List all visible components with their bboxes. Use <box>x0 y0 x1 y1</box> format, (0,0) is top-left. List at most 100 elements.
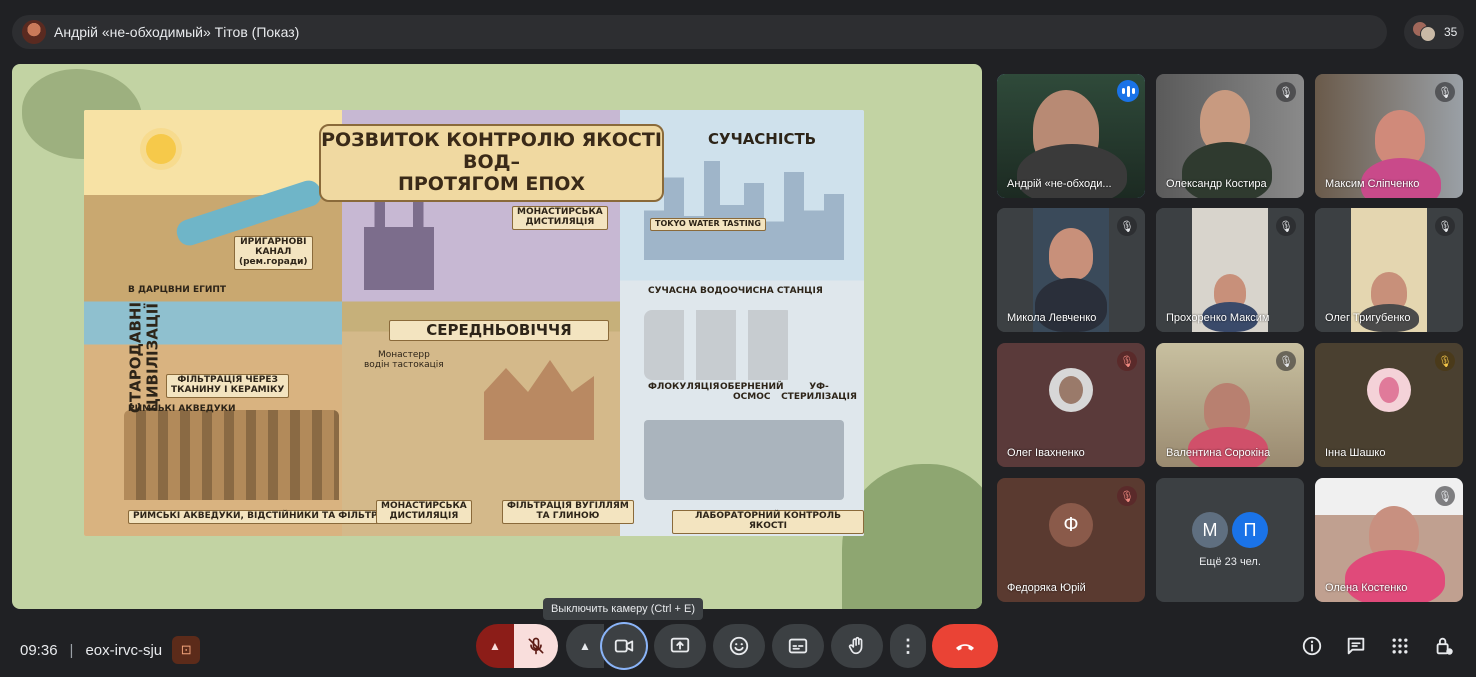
camera-toggle-button[interactable] <box>602 624 646 668</box>
participant-count: 35 <box>1444 25 1458 39</box>
label-egypt: В ДАРЦВНИ ЕГИПТ <box>128 285 227 295</box>
captions-button[interactable] <box>772 624 824 668</box>
emoji-reaction-button[interactable] <box>713 624 765 668</box>
separator: | <box>69 641 74 659</box>
participant-name: Олександр Костира <box>1166 178 1267 190</box>
participant-tile[interactable]: Ф 🎙 Федоряка Юрій <box>997 478 1145 602</box>
host-controls-icon[interactable] <box>1432 634 1456 658</box>
participant-avatar <box>1049 368 1093 413</box>
mic-off-icon: 🎙 <box>1276 82 1296 102</box>
participant-avatar: М <box>1192 512 1228 549</box>
label-monastic-top: МОНАСТИРСЬКА ДИСТИЛЯЦІЯ <box>512 206 608 230</box>
participant-tile[interactable]: 🎙 Олег Тригубенко <box>1315 208 1463 332</box>
meet-window: Андрій «не-обходимый» Тітов (Показ) 35 Р… <box>0 0 1476 677</box>
participant-name: Олена Костенко <box>1325 582 1408 594</box>
participant-name: Інна Шашко <box>1325 447 1386 459</box>
laboratory-illustration <box>644 420 844 500</box>
mic-off-icon: 🎙 <box>1435 486 1455 506</box>
mic-off-icon: 🎙 <box>1435 351 1455 371</box>
chevron-up-icon: ▲ <box>579 639 591 653</box>
label-roman-bottom: РИМСЬКІ АКВЕДУКИ, ВІДСТІЙНИКИ ТА ФІЛЬТРИ <box>128 510 391 524</box>
presenter-title: Андрій «не-обходимый» Тітов (Показ) <box>54 24 300 40</box>
participant-tile[interactable]: 🎙 Максим Сліпченко <box>1315 74 1463 198</box>
more-participants-avatars: М П <box>1192 512 1268 549</box>
participant-tile[interactable]: 🎙 Микола Левченко <box>997 208 1145 332</box>
info-icon[interactable] <box>1300 634 1324 658</box>
sun-illustration <box>146 134 176 164</box>
label-filtration-cloth: ФІЛЬТРАЦІЯ ЧЕРЕЗ ТКАНИНУ І КЕРАМІКУ <box>166 374 290 398</box>
apps-icon[interactable] <box>1388 634 1412 658</box>
label-plant: СУЧАСНА ВОДООЧИСНА СТАНЦІЯ <box>648 286 823 296</box>
participant-name: Олег Івахненко <box>1007 447 1085 459</box>
participant-name: Олег Тригубенко <box>1325 312 1411 324</box>
label-monastery-small: Монастерр водін тастокація <box>364 350 444 370</box>
label-irrigation: ИРИГАРНОВІ КАНАЛ (рем.горади) <box>234 236 313 270</box>
host-controls-badge-icon[interactable]: ⊡ <box>172 636 201 664</box>
clock: 09:36 <box>20 641 58 659</box>
participant-name: Федоряка Юрій <box>1007 582 1086 594</box>
video-options-button[interactable]: ▲ <box>566 624 604 668</box>
mic-off-icon: 🎙 <box>1276 351 1296 371</box>
raise-hand-icon <box>848 636 863 655</box>
audio-options-button[interactable]: ▲ <box>476 624 514 668</box>
captions-icon <box>788 638 808 654</box>
present-screen-button[interactable] <box>654 624 706 668</box>
label-flocculation: ФЛОКУЛЯЦІЯ <box>648 382 720 392</box>
participant-tile[interactable]: 🎙 Прохоренко Максим <box>1156 208 1304 332</box>
chevron-up-icon: ▲ <box>489 639 501 653</box>
participant-name: Максим Сліпченко <box>1325 178 1420 190</box>
section-middle-ages: СЕРЕДНЬОВІЧЧЯ <box>389 320 609 341</box>
mic-off-icon: 🎙 <box>1117 486 1137 506</box>
mic-off-icon: 🎙 <box>1117 351 1137 371</box>
label-uv: УФ-СТЕРИЛІЗАЦІЯ <box>781 382 857 402</box>
participant-avatar: П <box>1232 512 1268 549</box>
emoji-icon <box>729 636 749 656</box>
more-participants-tile[interactable]: М П Ещё 23 чел. <box>1156 478 1304 602</box>
meeting-info: 09:36 | eox-irvc-sju ⊡ <box>20 636 201 664</box>
call-end-icon <box>956 644 974 651</box>
participant-tile[interactable]: 🎙 Валентина Сорокіна <box>1156 343 1304 467</box>
participant-name: Валентина Сорокіна <box>1166 447 1271 459</box>
participant-tile[interactable]: 🎙 Олег Івахненко <box>997 343 1145 467</box>
mic-off-icon: 🎙 <box>1276 216 1296 236</box>
participant-avatar <box>1367 368 1411 413</box>
participant-name: Андрій «не-обходи... <box>1007 178 1112 190</box>
presentation-stage[interactable]: РОЗВИТОК КОНТРОЛЮ ЯКОСТІ ВОД– ПРОТЯГОМ Е… <box>12 64 982 609</box>
camera-tooltip: Выключить камеру (Ctrl + E) <box>543 598 704 620</box>
present-screen-icon <box>670 637 690 653</box>
participant-tile[interactable]: 🎙 Інна Шашко <box>1315 343 1463 467</box>
chat-icon[interactable] <box>1344 634 1368 658</box>
slide-title-line1: РОЗВИТОК КОНТРОЛЮ ЯКОСТІ ВОД– <box>321 129 662 174</box>
raise-hand-button[interactable] <box>831 624 883 668</box>
videocam-icon <box>614 639 634 653</box>
participant-tile[interactable]: 🎙 Олександр Костира <box>1156 74 1304 198</box>
participants-avatars <box>1412 21 1438 43</box>
participant-tile[interactable]: 🎙 Олена Костенко <box>1315 478 1463 602</box>
label-roman-aqueducts: РИМСЬКІ АКВЕДУКИ <box>128 404 236 414</box>
presentation-banner[interactable]: Андрій «не-обходимый» Тітов (Показ) <box>12 15 1387 49</box>
participant-tile[interactable]: Андрій «не-обходи... <box>997 74 1145 198</box>
mic-off-icon <box>528 637 544 655</box>
mic-off-icon: 🎙 <box>1435 82 1455 102</box>
label-tokyo: TOKYO WATER TASTING <box>650 218 766 231</box>
participants-chip[interactable]: 35 <box>1404 15 1464 49</box>
treatment-tanks-illustration <box>644 310 794 380</box>
participant-name: Микола Левченко <box>1007 312 1097 324</box>
participant-name: Прохоренко Максим <box>1166 312 1270 324</box>
mic-toggle-button[interactable] <box>514 624 558 668</box>
shared-slide: РОЗВИТОК КОНТРОЛЮ ЯКОСТІ ВОД– ПРОТЯГОМ Е… <box>84 110 864 536</box>
label-lab-control: ЛАБОРАТОРНИЙ КОНТРОЛЬ ЯКОСТІ <box>672 510 864 534</box>
label-monastic-bottom: МОНАСТИРСЬКА ДИСТИЛЯЦІЯ <box>376 500 472 524</box>
participant-avatar: Ф <box>1049 503 1093 548</box>
mic-off-icon: 🎙 <box>1435 216 1455 236</box>
more-options-button[interactable]: ⋮ <box>890 624 926 668</box>
slide-title-scroll: РОЗВИТОК КОНТРОЛЮ ЯКОСТІ ВОД– ПРОТЯГОМ Е… <box>319 124 664 202</box>
section-modern: СУЧАСНІСТЬ <box>708 130 817 148</box>
more-vert-icon: ⋮ <box>899 635 917 656</box>
more-participants-label: Ещё 23 чел. <box>1199 556 1261 568</box>
slide-title-line2: ПРОТЯГОМ ЕПОХ <box>397 172 586 195</box>
end-call-button[interactable] <box>932 624 998 668</box>
presenter-avatar <box>22 20 46 44</box>
label-charcoal: ФІЛЬТРАЦІЯ ВУГІЛЛЯМ ТА ГЛИНОЮ <box>502 500 634 524</box>
meeting-code: eox-irvc-sju <box>85 641 163 659</box>
